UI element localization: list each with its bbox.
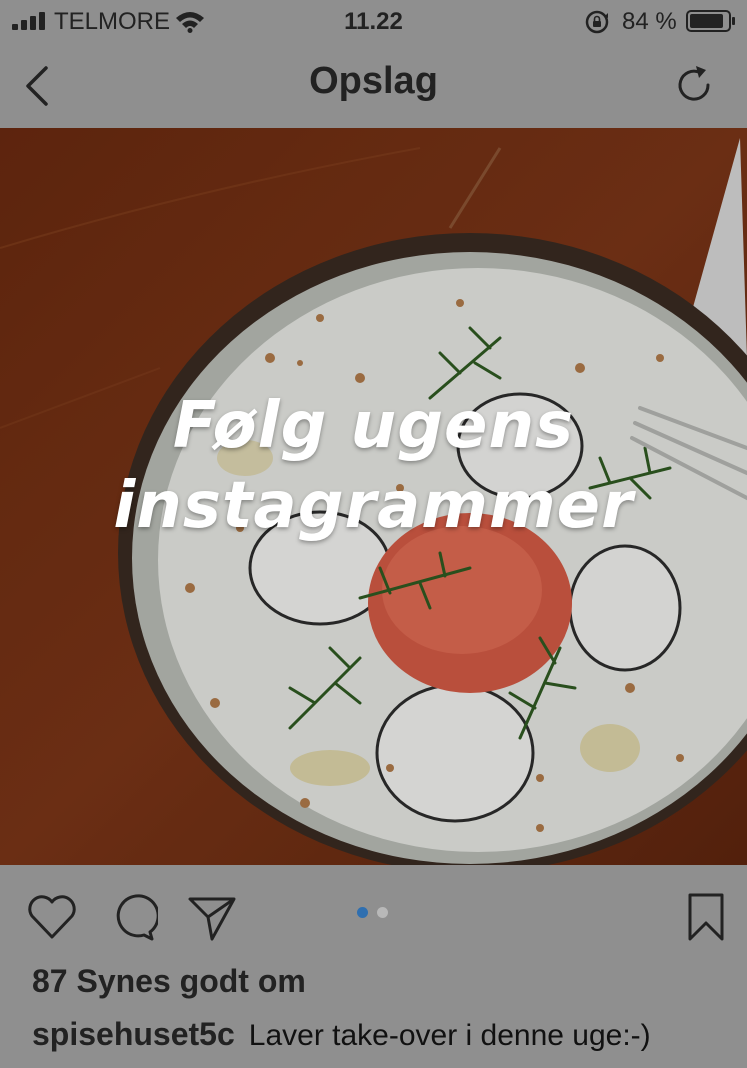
- carousel-dot: [377, 907, 388, 918]
- overlay-line-2: instagrammer: [113, 469, 634, 543]
- post-caption: spisehuset5c Laver take-over i denne uge:…: [32, 1016, 651, 1053]
- post-overlay-headline: Følg ugens instagrammer: [0, 386, 747, 546]
- battery-icon: [686, 10, 735, 32]
- post-action-bar: [0, 865, 747, 960]
- carousel-indicator: [357, 907, 397, 921]
- caption-text: Laver take-over i denne uge:-): [248, 1019, 651, 1052]
- overlay-line-1: Følg ugens: [172, 389, 575, 463]
- likes-count[interactable]: 87 Synes godt om: [32, 963, 306, 1000]
- carousel-dot-active: [357, 907, 368, 918]
- battery-percentage: 84 %: [622, 8, 677, 35]
- caption-username[interactable]: spisehuset5c: [32, 1016, 235, 1052]
- bookmark-icon[interactable]: [680, 891, 732, 943]
- post-image[interactable]: Følg ugens instagrammer: [0, 128, 747, 865]
- heart-icon[interactable]: [26, 891, 78, 943]
- share-icon[interactable]: [186, 891, 238, 943]
- orientation-lock-icon: [585, 10, 609, 34]
- comment-icon[interactable]: [106, 891, 158, 943]
- page-title: Opslag: [309, 60, 438, 102]
- navigation-bar: Opslag: [0, 44, 747, 128]
- refresh-icon[interactable]: [672, 62, 718, 108]
- status-bar: TELMORE 11.22 84 %: [0, 0, 747, 44]
